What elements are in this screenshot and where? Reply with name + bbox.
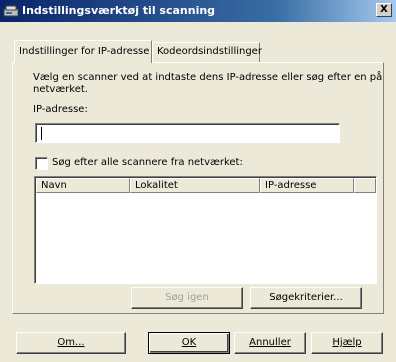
close-button[interactable]: X (376, 3, 392, 17)
search-again-button-label: Søg igen (165, 292, 209, 303)
tab-ip-settings[interactable]: Indstillinger for IP-adresse (14, 40, 152, 63)
search-again-button[interactable]: Søgekriterier... Søg igen (131, 287, 243, 309)
help-button[interactable]: Hjælp (311, 332, 383, 354)
cancel-button-label: Annuller (249, 337, 291, 348)
scanner-list[interactable]: Navn Lokalitet IP-adresse (34, 176, 377, 284)
ip-address-input[interactable] (35, 123, 340, 143)
tab-password-settings[interactable]: Kodeordsindstillinger (152, 42, 262, 62)
instruction-text-line2: netværket. (33, 84, 88, 95)
help-button-label: Hjælp (332, 337, 362, 348)
text-caret (41, 127, 42, 140)
search-criteria-button[interactable]: Søgekriterier... (250, 287, 362, 309)
tab-ip-settings-label: Indstillinger for IP-adresse (19, 46, 150, 57)
cancel-button[interactable]: Annuller (234, 332, 306, 354)
ip-address-label: IP-adresse: (33, 104, 88, 115)
search-network-checkbox[interactable] (35, 157, 48, 170)
column-header-name[interactable]: Navn (36, 178, 130, 193)
title-bar[interactable]: Indstillingsværktøj til scanning X (0, 0, 396, 22)
search-network-checkbox-label[interactable]: Søg efter alle scannere fra netværket: (52, 157, 243, 168)
column-header-spacer (354, 178, 376, 193)
scanner-app-icon (3, 5, 19, 17)
about-button[interactable]: Om... (16, 332, 126, 354)
column-header-location[interactable]: Lokalitet (130, 178, 260, 193)
search-criteria-button-label: Søgekriterier... (269, 292, 343, 303)
about-button-label: Om... (57, 337, 85, 348)
window-title: Indstillingsværktøj til scanning (22, 4, 216, 17)
tab-password-settings-label: Kodeordsindstillinger (157, 46, 262, 57)
instruction-text-line1: Vælg en scanner ved at indtaste dens IP-… (33, 72, 383, 83)
column-header-ip-address[interactable]: IP-adresse (260, 178, 354, 193)
ok-button-label: OK (181, 337, 197, 348)
ok-button[interactable]: OK (148, 332, 230, 354)
